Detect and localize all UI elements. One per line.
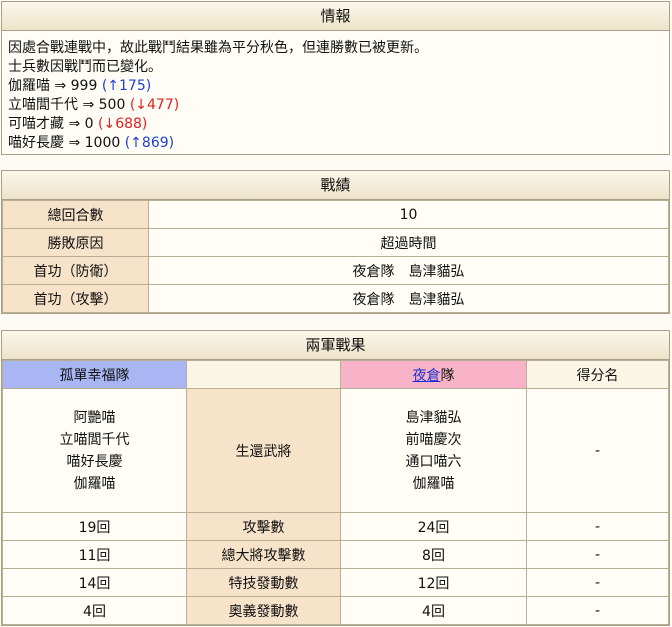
soldier-delta: (↑175) <box>101 78 152 94</box>
soldier-name: 可喵才藏 ⇒ 0 <box>8 116 94 132</box>
list-item: 島津貓弘 <box>405 409 462 426</box>
stat-label: 攻擊數 <box>186 512 341 541</box>
soldier-name: 伽羅喵 ⇒ 999 <box>8 78 98 94</box>
info-soldier-row: 立喵閭千代 ⇒ 500 (↓477) <box>8 96 663 115</box>
list-item: 通口喵六 <box>405 453 462 470</box>
record-label: 首功（防衛） <box>2 256 149 285</box>
table-row: 首功（防衛） 夜倉隊 島津貓弘 <box>2 256 669 285</box>
table-row: 4回 奧義發動數 4回 - <box>2 596 669 625</box>
right-stat: 4回 <box>340 596 527 625</box>
info-line-1: 因處合戰連戰中，故此戰鬥結果雖為平分秋色，但連勝數已被更新。 <box>8 40 428 56</box>
info-panel: 情報 因處合戰連戰中，故此戰鬥結果雖為平分秋色，但連勝數已被更新。 士兵數因戰鬥… <box>1 1 670 155</box>
left-survivors: 阿艷喵 立喵閭千代 喵好長慶 伽羅喵 <box>2 388 187 513</box>
right-stat: 12回 <box>340 568 527 597</box>
soldier-name: 立喵閭千代 ⇒ 500 <box>8 97 126 113</box>
table-row: 勝敗原因 超過時間 <box>2 228 669 257</box>
header-blank <box>186 360 341 389</box>
record-title: 戰績 <box>2 171 669 200</box>
survivor-score: - <box>526 388 669 513</box>
table-row: 11回 總大將攻擊數 8回 - <box>2 540 669 569</box>
right-team-link[interactable]: 夜倉 <box>413 368 441 384</box>
page: 情報 因處合戰連戰中，故此戰鬥結果雖為平分秋色，但連勝數已被更新。 士兵數因戰鬥… <box>0 0 672 627</box>
record-value: 超過時間 <box>148 228 669 257</box>
table-row: 孤單幸福隊 夜倉隊 得分名 <box>2 360 669 389</box>
survivor-label: 生還武將 <box>186 388 341 513</box>
record-label: 勝敗原因 <box>2 228 149 257</box>
stat-score: - <box>526 596 669 625</box>
list-item: 阿艷喵 <box>73 409 116 426</box>
results-table: 孤單幸福隊 夜倉隊 得分名 阿艷喵 立喵閭千代 喵好長慶 伽羅喵 生還武將 島津… <box>2 360 669 625</box>
left-stat: 4回 <box>2 596 187 625</box>
list-item: 伽羅喵 <box>73 475 116 492</box>
info-body: 因處合戰連戰中，故此戰鬥結果雖為平分秋色，但連勝數已被更新。 士兵數因戰鬥而已變… <box>2 31 669 161</box>
table-row: 總回合數 10 <box>2 200 669 229</box>
soldier-delta: (↓477) <box>129 97 180 113</box>
info-soldier-row: 伽羅喵 ⇒ 999 (↑175) <box>8 77 663 96</box>
record-label: 總回合數 <box>2 200 149 229</box>
list-item: 喵好長慶 <box>66 453 123 470</box>
list-item: 伽羅喵 <box>412 475 455 492</box>
soldier-delta: (↑869) <box>124 135 175 151</box>
results-title: 兩軍戰果 <box>2 331 669 360</box>
record-panel: 戰績 總回合數 10 勝敗原因 超過時間 首功（防衛） 夜倉隊 島津貓弘 首功（… <box>1 170 670 314</box>
info-line-2: 士兵數因戰鬥而已變化。 <box>8 59 162 75</box>
table-row: 14回 特技發動數 12回 - <box>2 568 669 597</box>
results-panel: 兩軍戰果 孤單幸福隊 夜倉隊 得分名 阿艷喵 立喵閭千代 喵好長慶 伽羅喵 生還… <box>1 330 670 626</box>
table-row: 首功（攻擊） 夜倉隊 島津貓弘 <box>2 284 669 313</box>
score-header: 得分名 <box>526 360 669 389</box>
right-team-suffix: 隊 <box>440 367 455 384</box>
record-table: 總回合數 10 勝敗原因 超過時間 首功（防衛） 夜倉隊 島津貓弘 首功（攻擊）… <box>2 200 669 313</box>
left-stat: 11回 <box>2 540 187 569</box>
stat-label: 奧義發動數 <box>186 596 341 625</box>
soldier-delta: (↓688) <box>98 116 148 132</box>
left-stat: 19回 <box>2 512 187 541</box>
record-value: 10 <box>148 200 669 229</box>
table-row: 阿艷喵 立喵閭千代 喵好長慶 伽羅喵 生還武將 島津貓弘 前喵慶次 通口喵六 伽… <box>2 388 669 513</box>
right-stat: 8回 <box>340 540 527 569</box>
stat-score: - <box>526 512 669 541</box>
list-item: 立喵閭千代 <box>59 431 130 448</box>
table-row: 19回 攻擊數 24回 - <box>2 512 669 541</box>
stat-label: 總大將攻擊數 <box>186 540 341 569</box>
info-soldier-row: 可喵才藏 ⇒ 0 (↓688) <box>8 115 663 134</box>
record-label: 首功（攻擊） <box>2 284 149 313</box>
left-team-name: 孤單幸福隊 <box>2 360 187 389</box>
stat-score: - <box>526 568 669 597</box>
right-team-name: 夜倉隊 <box>340 360 527 389</box>
stat-label: 特技發動數 <box>186 568 341 597</box>
right-survivors: 島津貓弘 前喵慶次 通口喵六 伽羅喵 <box>340 388 527 513</box>
stat-score: - <box>526 540 669 569</box>
record-value: 夜倉隊 島津貓弘 <box>148 284 669 313</box>
left-stat: 14回 <box>2 568 187 597</box>
right-stat: 24回 <box>340 512 527 541</box>
info-soldier-row: 喵好長慶 ⇒ 1000 (↑869) <box>8 134 663 153</box>
list-item: 前喵慶次 <box>405 431 462 448</box>
info-title: 情報 <box>2 2 669 31</box>
record-value: 夜倉隊 島津貓弘 <box>148 256 669 285</box>
soldier-name: 喵好長慶 ⇒ 1000 <box>8 135 121 151</box>
